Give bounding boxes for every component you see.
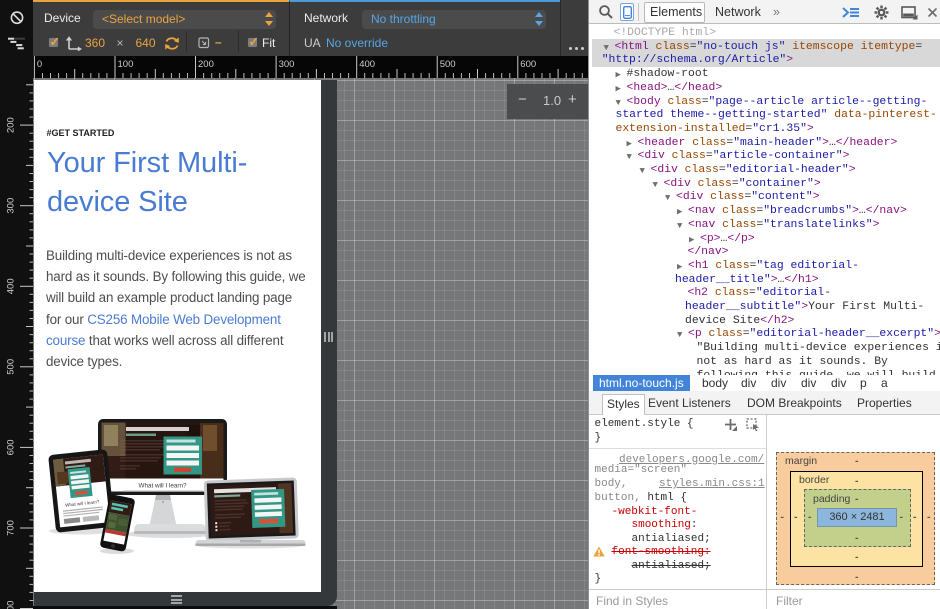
svg-text:0: 0	[37, 59, 42, 70]
svg-text:300: 300	[279, 59, 295, 70]
svg-text:100: 100	[118, 59, 134, 70]
svg-text:800: 800	[6, 601, 17, 609]
svg-text:500: 500	[440, 59, 456, 70]
svg-text:200: 200	[6, 117, 17, 133]
svg-text:500: 500	[6, 359, 17, 375]
svg-text:400: 400	[359, 59, 375, 70]
svg-text:400: 400	[6, 278, 17, 294]
svg-text:600: 600	[6, 439, 17, 455]
svg-text:200: 200	[198, 59, 214, 70]
svg-text:What will I learn?: What will I learn?	[139, 483, 187, 490]
svg-text:600: 600	[520, 59, 536, 70]
svg-text:300: 300	[6, 198, 17, 214]
svg-text:700: 700	[6, 520, 17, 536]
